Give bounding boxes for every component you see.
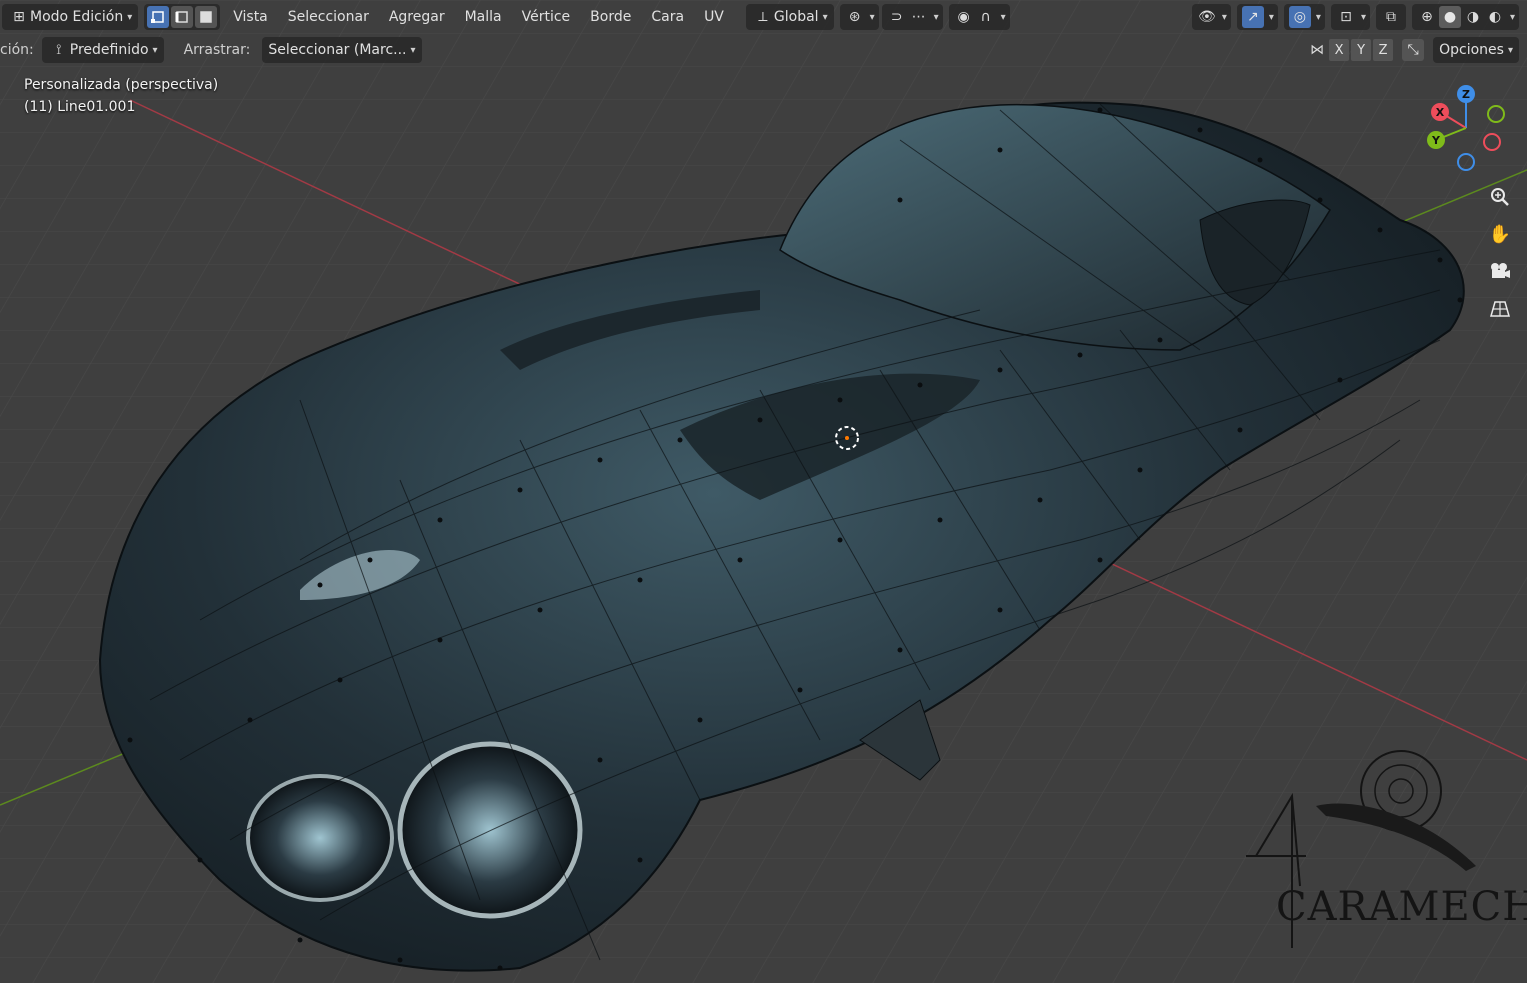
select-mode-group: [144, 4, 221, 30]
chevron-down-icon: ▾: [152, 44, 158, 56]
mesh-overlay-icon[interactable]: ⊡: [1335, 6, 1357, 28]
drag-dropdown[interactable]: Seleccionar (Marc... ▾: [262, 37, 422, 63]
gizmo-group: ↗ ▾: [1236, 4, 1278, 30]
navigation-gizmo[interactable]: Z X Y: [1416, 78, 1516, 178]
chevron-down-icon[interactable]: ▾: [1510, 12, 1515, 23]
eye-visibility-icon[interactable]: 👁: [1196, 6, 1218, 28]
view-name: Personalizada (perspectiva): [24, 77, 219, 93]
snap-group: ⊃ ⋯ ▾: [881, 4, 943, 30]
mode-label: Modo Edición: [30, 9, 124, 25]
pivot-point-dropdown[interactable]: ⊛ ▾: [839, 4, 879, 30]
snap-magnet-icon[interactable]: ⊃: [886, 6, 908, 28]
orientation-value: Predefinido: [69, 42, 149, 58]
gizmo-neg-z-handle[interactable]: [1457, 153, 1475, 171]
right-headlamp: [397, 741, 583, 919]
gizmo-neg-x-handle[interactable]: [1483, 133, 1501, 151]
proportional-edit-icon[interactable]: ◉: [953, 6, 975, 28]
grid-perspective-icon[interactable]: [1484, 293, 1516, 325]
menu-uv[interactable]: UV: [694, 4, 734, 30]
gizmo-neg-y-handle[interactable]: [1487, 105, 1505, 123]
vertex-select-icon[interactable]: [147, 6, 170, 28]
overlay-group: ◎ ▾: [1283, 4, 1325, 30]
chevron-down-icon[interactable]: ▾: [1361, 12, 1366, 23]
chevron-down-icon[interactable]: ▾: [934, 12, 939, 23]
chevron-down-icon: ▾: [1507, 44, 1513, 56]
chevron-down-icon: ▾: [410, 44, 416, 56]
overlay-circles-icon[interactable]: ◎: [1288, 6, 1311, 28]
chevron-down-icon[interactable]: ▾: [1001, 12, 1006, 23]
auto-merge-icon[interactable]: ⤡: [1402, 39, 1425, 61]
gizmo-y-label: Y: [1431, 134, 1441, 147]
transform-pivot-icon: ⟟: [56, 42, 62, 58]
mirror-x-toggle[interactable]: X: [1329, 39, 1350, 61]
camera-icon[interactable]: [1484, 255, 1516, 287]
mirror-butterfly-icon[interactable]: ⋈: [1306, 39, 1328, 61]
viewport-header: ⊞ Modo Edición ▾ Vista Seleccionar Agreg…: [0, 0, 1527, 34]
orientation-dropdown[interactable]: ⟟ Predefinido ▾: [41, 37, 164, 63]
falloff-curve-icon[interactable]: ∩: [975, 6, 997, 28]
material-sphere-icon[interactable]: ◑: [1462, 6, 1484, 28]
mirror-z-toggle[interactable]: Z: [1373, 39, 1394, 61]
chevron-down-icon: ▾: [822, 11, 828, 23]
visibility-group: 👁 ▾: [1191, 4, 1231, 30]
gizmo-z-label: Z: [1462, 88, 1470, 101]
gizmo-x-label: X: [1436, 106, 1445, 119]
render-sphere-icon[interactable]: ◐: [1484, 6, 1506, 28]
xray-toggle-icon[interactable]: ⧉: [1380, 6, 1402, 28]
menu-borde[interactable]: Borde: [580, 4, 641, 30]
gizmo-arrow-icon[interactable]: ↗: [1241, 6, 1264, 28]
mode-dropdown[interactable]: ⊞ Modo Edición ▾: [2, 4, 139, 30]
pivot-point-icon: ⊛: [848, 9, 861, 25]
xray-group: ⧉: [1375, 4, 1406, 30]
mirror-y-toggle[interactable]: Y: [1351, 39, 1372, 61]
chevron-down-icon[interactable]: ▾: [1269, 12, 1274, 23]
menu-vertice[interactable]: Vértice: [512, 4, 581, 30]
menu-malla[interactable]: Malla: [455, 4, 512, 30]
face-select-icon[interactable]: [195, 6, 218, 28]
options-label: Opciones: [1439, 42, 1504, 58]
wireframe-sphere-icon[interactable]: ⊕: [1416, 6, 1438, 28]
editor-type-icon: ⊞: [13, 9, 25, 25]
shading-group: ⊕ ● ◑ ◐ ▾: [1411, 4, 1519, 30]
chevron-down-icon: ▾: [127, 11, 133, 23]
snap-increment-icon[interactable]: ⋯: [908, 6, 930, 28]
zoom-icon[interactable]: [1484, 181, 1516, 213]
orientation-label: ción:: [0, 42, 34, 58]
drag-value: Seleccionar (Marc...: [268, 42, 407, 58]
menu-seleccionar[interactable]: Seleccionar: [278, 4, 379, 30]
tool-header: ción: ⟟ Predefinido ▾ Arrastrar: Selecci…: [0, 34, 1527, 66]
mesh-overlay-group: ⊡ ▾: [1330, 4, 1370, 30]
menu-vista[interactable]: Vista: [223, 4, 278, 30]
transform-orientation-value: Global: [773, 9, 819, 25]
menu-cara[interactable]: Cara: [641, 4, 694, 30]
transform-orientation-dropdown[interactable]: ⟂ Global ▾: [745, 4, 834, 30]
left-headlamp: [246, 774, 394, 902]
chevron-down-icon: ▾: [869, 11, 875, 23]
drag-label: Arrastrar:: [183, 42, 251, 58]
menu-agregar[interactable]: Agregar: [379, 4, 455, 30]
chevron-down-icon[interactable]: ▾: [1316, 12, 1321, 23]
hand-pan-icon[interactable]: ✋: [1484, 218, 1516, 250]
proportional-group: ◉ ∩ ▾: [948, 4, 1010, 30]
chevron-down-icon[interactable]: ▾: [1222, 12, 1227, 23]
solid-sphere-icon[interactable]: ●: [1438, 6, 1461, 28]
watermark-text: CARAMECHA: [1276, 884, 1527, 930]
edge-select-icon[interactable]: [171, 6, 194, 28]
transform-orientation-icon: ⟂: [758, 9, 768, 25]
object-name: (11) Line01.001: [24, 99, 136, 115]
options-dropdown[interactable]: Opciones ▾: [1433, 37, 1519, 63]
